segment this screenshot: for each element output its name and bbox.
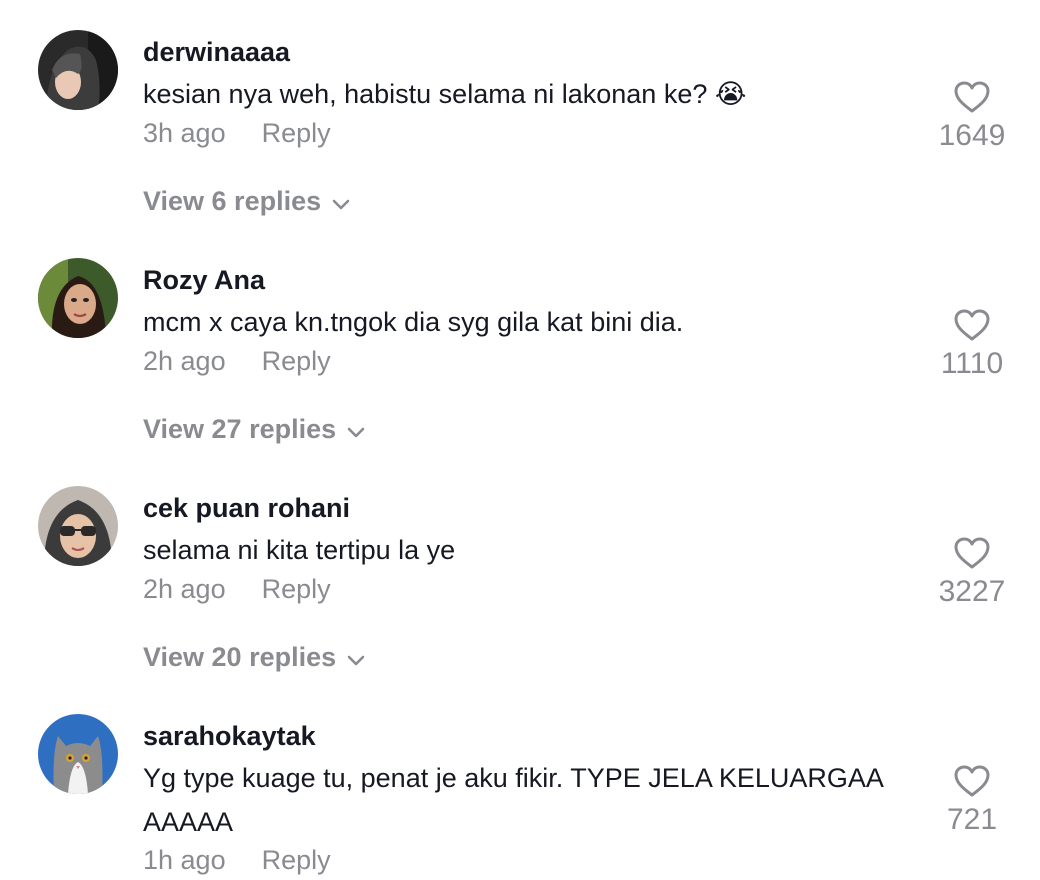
comment-timestamp: 2h ago (143, 346, 226, 376)
view-replies-label: View 27 replies (143, 414, 337, 444)
comment-username[interactable]: sarahokaytak (143, 720, 316, 752)
view-replies-button[interactable]: View 20 replies (143, 641, 366, 675)
like-button[interactable]: 1649 (922, 80, 1022, 154)
like-button[interactable]: 721 (922, 764, 1022, 838)
comment-meta: 3h ago Reply (143, 117, 331, 149)
view-replies-button[interactable]: View 27 replies (143, 413, 366, 447)
comment-timestamp: 2h ago (143, 574, 226, 604)
view-replies-button[interactable]: View 6 replies (143, 185, 351, 219)
like-count: 721 (946, 803, 998, 836)
avatar[interactable] (38, 714, 118, 794)
like-button[interactable]: 1110 (922, 308, 1022, 382)
comment-text: Yg type kuage tu, penat je aku fikir. TY… (143, 763, 883, 837)
comment-username[interactable]: Rozy Ana (143, 264, 265, 296)
comment-username[interactable]: derwinaaaa (143, 36, 290, 68)
view-replies-label: View 6 replies (143, 186, 322, 216)
reply-button[interactable]: Reply (262, 346, 331, 376)
comment-meta: 2h ago Reply (143, 345, 331, 377)
heart-outline-icon (954, 81, 990, 113)
chevron-down-icon (346, 643, 366, 675)
comment-text: kesian nya weh, habistu selama ni lakona… (143, 79, 747, 109)
reply-button[interactable]: Reply (262, 574, 331, 604)
heart-outline-icon (954, 309, 990, 341)
comment-meta: 2h ago Reply (143, 573, 331, 605)
like-button[interactable]: 3227 (922, 536, 1022, 610)
chevron-down-icon (346, 415, 366, 447)
comment-text: selama ni kita tertipu la ye (143, 535, 456, 565)
comment-timestamp: 3h ago (143, 118, 226, 148)
comment-text: mcm x caya kn.tngok dia syg gila kat bin… (143, 307, 684, 337)
reply-button[interactable]: Reply (262, 845, 331, 875)
view-replies-label: View 20 replies (143, 642, 337, 672)
comment-timestamp: 1h ago (143, 845, 226, 875)
avatar[interactable] (38, 258, 118, 338)
chevron-down-icon (331, 187, 351, 219)
like-count: 1110 (940, 347, 1004, 380)
avatar[interactable] (38, 486, 118, 566)
reply-button[interactable]: Reply (262, 118, 331, 148)
comment-meta: 1h ago Reply (143, 844, 331, 876)
like-count: 1649 (938, 119, 1006, 152)
heart-outline-icon (954, 765, 990, 797)
like-count: 3227 (938, 575, 1006, 608)
comment-username[interactable]: cek puan rohani (143, 492, 350, 524)
avatar[interactable] (38, 30, 118, 110)
heart-outline-icon (954, 537, 990, 569)
